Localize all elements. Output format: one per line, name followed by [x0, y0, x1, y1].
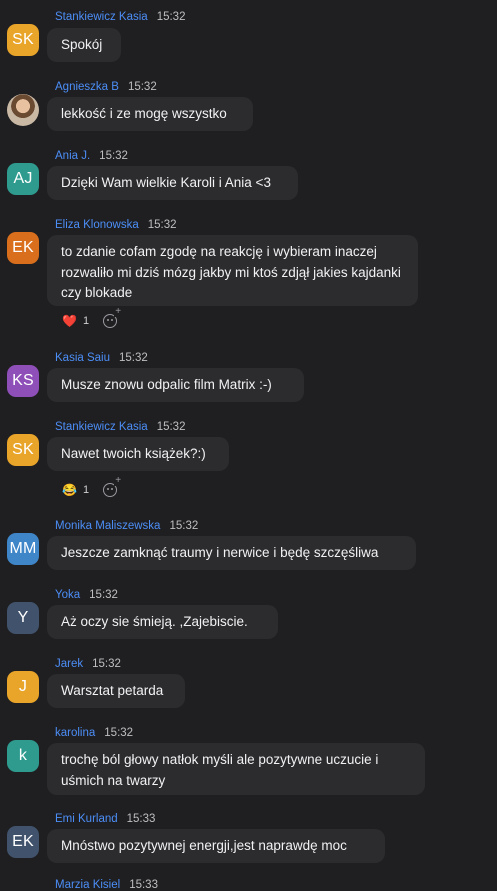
message-header: Stankiewicz Kasia 15:32 [55, 421, 185, 433]
message-bubble[interactable]: Musze znowu odpalic film Matrix :-) [47, 368, 304, 402]
message-header: Emi Kurland 15:33 [55, 813, 155, 825]
sender-name[interactable]: Kasia Saiu [55, 352, 110, 364]
sender-name[interactable]: Agnieszka B [55, 81, 119, 93]
add-reaction-icon[interactable] [103, 307, 123, 328]
timestamp: 15:33 [126, 813, 156, 825]
message-header: Monika Maliszewska 15:32 [55, 520, 198, 532]
timestamp: 15:32 [156, 421, 186, 433]
avatar[interactable]: J [7, 671, 39, 703]
avatar[interactable]: EK [7, 826, 39, 858]
timestamp: 15:32 [156, 11, 186, 23]
timestamp: 15:32 [147, 219, 177, 231]
message-bubble[interactable]: Mnóstwo pozytywnej energji,jest naprawdę… [47, 829, 385, 863]
message-bubble[interactable]: Dzięki Wam wielkie Karoli i Ania <3 [47, 166, 298, 200]
timestamp: 15:32 [99, 150, 128, 162]
heart-reaction-icon[interactable]: ❤️ [62, 314, 77, 328]
timestamp: 15:32 [169, 520, 199, 532]
sender-name[interactable]: Marzia Kisiel [55, 879, 120, 891]
timestamp: 15:32 [104, 727, 134, 739]
avatar[interactable]: EK [7, 232, 39, 264]
sender-name[interactable]: Stankiewicz Kasia [55, 421, 148, 433]
reaction-count: 1 [82, 315, 90, 327]
sender-name[interactable]: Emi Kurland [55, 813, 118, 825]
message-header: Stankiewicz Kasia 15:32 [55, 11, 185, 23]
timestamp: 15:32 [89, 589, 118, 601]
message-bubble[interactable]: Jeszcze zamknąć traumy i nerwice i będę … [47, 536, 416, 570]
message-header: Agnieszka B 15:32 [55, 81, 157, 93]
message-header: Yoka 15:32 [55, 589, 118, 601]
sender-name[interactable]: Stankiewicz Kasia [55, 11, 148, 23]
message-header: Jarek 15:32 [55, 658, 121, 670]
message-bubble[interactable]: lekkość i ze mogę wszystko [47, 97, 253, 131]
reaction-count: 1 [82, 484, 90, 496]
timestamp: 15:32 [92, 658, 121, 670]
message-header: Kasia Saiu 15:32 [55, 352, 148, 364]
message-bubble[interactable]: Warsztat petarda [47, 674, 185, 708]
reaction-bar: ❤️ 1 [62, 307, 123, 328]
message-bubble[interactable]: Spokój [47, 28, 121, 62]
sender-name[interactable]: Eliza Klonowska [55, 219, 139, 231]
message-bubble[interactable]: Aż oczy sie śmieją. ,Zajebiscie. [47, 605, 278, 639]
message-header: Marzia Kisiel 15:33 [55, 879, 158, 891]
sender-name[interactable]: karolina [55, 727, 95, 739]
timestamp: 15:32 [127, 81, 157, 93]
message-bubble[interactable]: trochę ból głowy natłok myśli ale pozyty… [47, 743, 425, 795]
sender-name[interactable]: Monika Maliszewska [55, 520, 160, 532]
sender-name[interactable]: Yoka [55, 589, 80, 601]
reaction-bar: 😂 1 [62, 476, 123, 497]
add-reaction-icon[interactable] [103, 476, 123, 497]
message-header: Eliza Klonowska 15:32 [55, 219, 177, 231]
avatar[interactable]: AJ [7, 163, 39, 195]
sender-name[interactable]: Jarek [55, 658, 83, 670]
avatar[interactable] [7, 94, 39, 126]
avatar[interactable]: SK [7, 24, 39, 56]
timestamp: 15:32 [118, 352, 148, 364]
avatar[interactable]: KS [7, 365, 39, 397]
avatar[interactable]: Y [7, 602, 39, 634]
message-bubble[interactable]: Nawet twoich książek?:) [47, 437, 229, 471]
message-header: karolina 15:32 [55, 727, 133, 739]
sender-name[interactable]: Ania J. [55, 150, 90, 162]
message-bubble[interactable]: to zdanie cofam zgodę na reakcję i wybie… [47, 235, 418, 306]
avatar[interactable]: SK [7, 434, 39, 466]
message-header: Ania J. 15:32 [55, 150, 128, 162]
avatar[interactable]: MM [7, 533, 39, 565]
avatar[interactable]: k [7, 740, 39, 772]
timestamp: 15:33 [129, 879, 158, 891]
laughing-reaction-icon[interactable]: 😂 [62, 483, 77, 497]
